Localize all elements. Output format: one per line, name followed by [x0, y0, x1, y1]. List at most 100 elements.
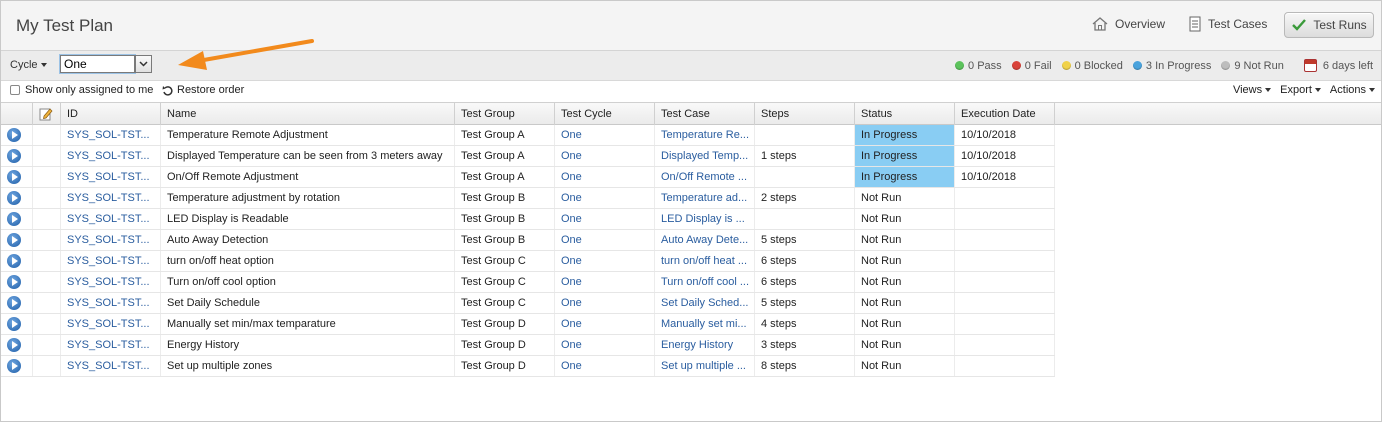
test-cases-button[interactable]: Test Cases: [1188, 12, 1267, 36]
header-edit[interactable]: [33, 103, 61, 125]
table-row[interactable]: SYS_SOL-TST... LED Display is Readable Tes…: [1, 209, 1055, 230]
export-menu[interactable]: Export: [1280, 84, 1321, 96]
run-play-icon[interactable]: [7, 296, 21, 310]
overview-button[interactable]: Overview: [1091, 12, 1165, 36]
id-cell[interactable]: SYS_SOL-TST...: [61, 335, 161, 355]
run-play-icon[interactable]: [7, 149, 21, 163]
run-cell[interactable]: [1, 125, 33, 145]
run-cell[interactable]: [1, 251, 33, 271]
header-name[interactable]: Name: [161, 103, 455, 125]
test-case-cell[interactable]: Energy History: [655, 335, 755, 355]
test-cycle-cell[interactable]: One: [555, 230, 655, 250]
run-play-icon[interactable]: [7, 254, 21, 268]
run-cell[interactable]: [1, 335, 33, 355]
show-assigned-checkbox[interactable]: [10, 85, 20, 95]
run-cell[interactable]: [1, 272, 33, 292]
test-case-cell[interactable]: Temperature ad...: [655, 188, 755, 208]
test-case-cell[interactable]: Turn on/off cool ...: [655, 272, 755, 292]
id-cell[interactable]: SYS_SOL-TST...: [61, 209, 161, 229]
cycle-dropdown-button[interactable]: [135, 55, 152, 73]
id-cell[interactable]: SYS_SOL-TST...: [61, 314, 161, 334]
table-row[interactable]: SYS_SOL-TST... Energy History Test Group D…: [1, 335, 1055, 356]
run-play-icon[interactable]: [7, 317, 21, 331]
run-cell[interactable]: [1, 146, 33, 166]
table-row[interactable]: SYS_SOL-TST... Turn on/off cool option Tes…: [1, 272, 1055, 293]
test-cycle-cell[interactable]: One: [555, 335, 655, 355]
id-cell[interactable]: SYS_SOL-TST...: [61, 167, 161, 187]
stat-pass: 0 Pass: [955, 60, 1002, 72]
test-case-cell[interactable]: Manually set mi...: [655, 314, 755, 334]
table-row[interactable]: SYS_SOL-TST... Set Daily Schedule Test Gro…: [1, 293, 1055, 314]
run-cell[interactable]: [1, 167, 33, 187]
id-cell[interactable]: SYS_SOL-TST...: [61, 125, 161, 145]
actions-menu[interactable]: Actions: [1330, 84, 1375, 96]
table-row[interactable]: SYS_SOL-TST... Displayed Temperature can …: [1, 146, 1055, 167]
header-steps[interactable]: Steps: [755, 103, 855, 125]
run-play-icon[interactable]: [7, 191, 21, 205]
run-cell[interactable]: [1, 188, 33, 208]
run-cell[interactable]: [1, 209, 33, 229]
test-cycle-cell[interactable]: One: [555, 356, 655, 376]
table-row[interactable]: SYS_SOL-TST... Temperature adjustment by …: [1, 188, 1055, 209]
test-cycle-cell[interactable]: One: [555, 293, 655, 313]
table-row[interactable]: SYS_SOL-TST... Set up multiple zones Test …: [1, 356, 1055, 377]
id-cell[interactable]: SYS_SOL-TST...: [61, 230, 161, 250]
header-test-cycle[interactable]: Test Cycle: [555, 103, 655, 125]
cycle-menu[interactable]: Cycle: [10, 59, 47, 71]
table-row[interactable]: SYS_SOL-TST... Manually set min/max tempa…: [1, 314, 1055, 335]
test-cycle-cell[interactable]: One: [555, 125, 655, 145]
test-case-cell[interactable]: LED Display is ...: [655, 209, 755, 229]
test-cycle-cell[interactable]: One: [555, 251, 655, 271]
run-play-icon[interactable]: [7, 233, 21, 247]
run-cell[interactable]: [1, 230, 33, 250]
test-cycle-cell[interactable]: One: [555, 272, 655, 292]
header-id[interactable]: ID: [61, 103, 161, 125]
run-play-icon[interactable]: [7, 359, 21, 373]
header-execution-date[interactable]: Execution Date: [955, 103, 1055, 125]
test-cycle-cell[interactable]: One: [555, 188, 655, 208]
id-cell[interactable]: SYS_SOL-TST...: [61, 188, 161, 208]
test-cycle-cell[interactable]: One: [555, 209, 655, 229]
id-cell[interactable]: SYS_SOL-TST...: [61, 146, 161, 166]
run-cell[interactable]: [1, 314, 33, 334]
test-group-cell: Test Group D: [455, 335, 555, 355]
run-play-icon[interactable]: [7, 212, 21, 226]
table-row[interactable]: SYS_SOL-TST... Auto Away Detection Test Gr…: [1, 230, 1055, 251]
header-test-group[interactable]: Test Group: [455, 103, 555, 125]
views-menu[interactable]: Views: [1233, 84, 1272, 96]
id-cell[interactable]: SYS_SOL-TST...: [61, 272, 161, 292]
test-case-cell[interactable]: On/Off Remote ...: [655, 167, 755, 187]
show-assigned-label[interactable]: Show only assigned to me: [25, 84, 153, 96]
test-cycle-cell[interactable]: One: [555, 314, 655, 334]
test-case-cell[interactable]: Auto Away Dete...: [655, 230, 755, 250]
test-case-cell[interactable]: Set up multiple ...: [655, 356, 755, 376]
run-play-icon[interactable]: [7, 170, 21, 184]
run-play-icon[interactable]: [7, 128, 21, 142]
steps-cell: [755, 125, 855, 145]
id-cell[interactable]: SYS_SOL-TST...: [61, 293, 161, 313]
table-row[interactable]: SYS_SOL-TST... Temperature Remote Adjustm…: [1, 125, 1055, 146]
test-case-cell[interactable]: Set Daily Sched...: [655, 293, 755, 313]
table-row[interactable]: SYS_SOL-TST... On/Off Remote Adjustment Te…: [1, 167, 1055, 188]
test-runs-button[interactable]: Test Runs: [1284, 12, 1374, 38]
steps-cell: 8 steps: [755, 356, 855, 376]
test-case-cell[interactable]: turn on/off heat ...: [655, 251, 755, 271]
test-case-cell[interactable]: Displayed Temp...: [655, 146, 755, 166]
run-play-icon[interactable]: [7, 275, 21, 289]
cycle-select-input[interactable]: [60, 55, 135, 73]
header-test-case[interactable]: Test Case: [655, 103, 755, 125]
test-cycle-cell[interactable]: One: [555, 167, 655, 187]
table-row[interactable]: SYS_SOL-TST... turn on/off heat option Tes…: [1, 251, 1055, 272]
id-cell[interactable]: SYS_SOL-TST...: [61, 356, 161, 376]
restore-order-button[interactable]: Restore order: [162, 84, 244, 96]
pass-status-icon: [955, 61, 965, 70]
id-cell[interactable]: SYS_SOL-TST...: [61, 251, 161, 271]
test-cycle-cell[interactable]: One: [555, 146, 655, 166]
execution-date-cell: [955, 272, 1055, 292]
execution-date-cell: [955, 251, 1055, 271]
run-play-icon[interactable]: [7, 338, 21, 352]
test-case-cell[interactable]: Temperature Re...: [655, 125, 755, 145]
header-status[interactable]: Status: [855, 103, 955, 125]
run-cell[interactable]: [1, 356, 33, 376]
run-cell[interactable]: [1, 293, 33, 313]
